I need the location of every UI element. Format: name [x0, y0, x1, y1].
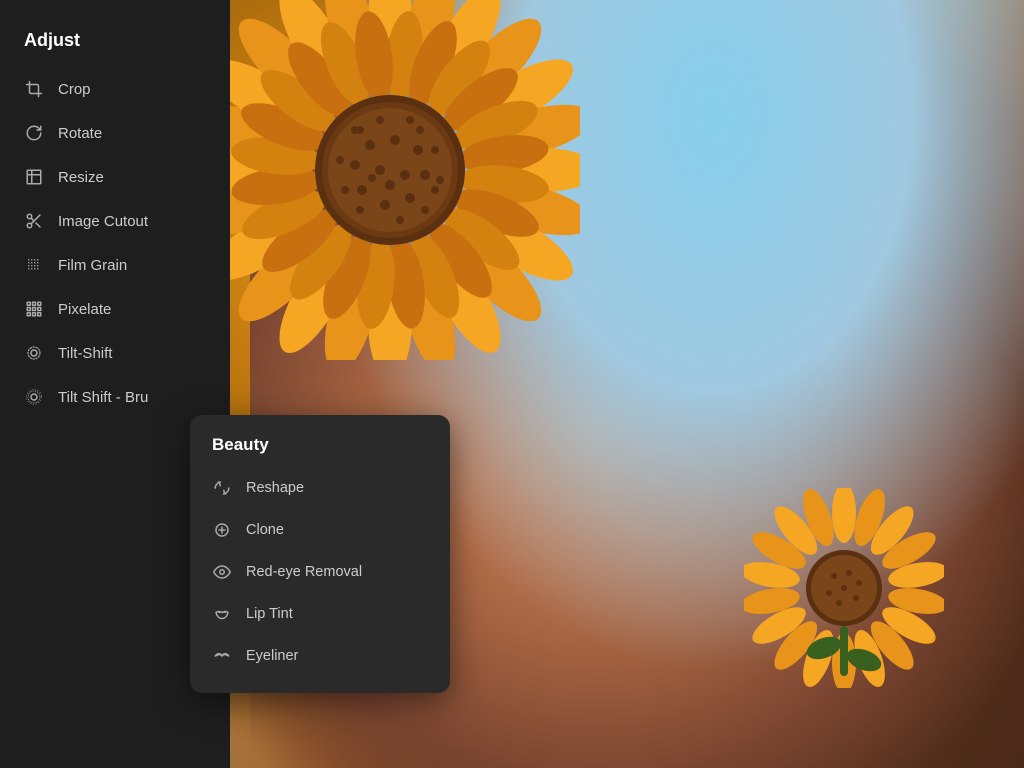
resize-icon: [24, 167, 44, 187]
lips-icon: [212, 604, 232, 624]
sunflower-main: [200, 0, 580, 360]
sidebar-item-tilt-shift-brush[interactable]: Tilt Shift - Bru: [0, 375, 230, 419]
beauty-item-red-eye[interactable]: Red-eye Removal: [190, 551, 450, 593]
film-grain-icon: [24, 255, 44, 275]
sidebar-item-film-grain[interactable]: Film Grain: [0, 243, 230, 287]
sunflower-secondary: [744, 488, 944, 688]
sidebar-item-rotate[interactable]: Rotate: [0, 111, 230, 155]
sidebar-item-image-cutout[interactable]: Image Cutout: [0, 199, 230, 243]
image-cutout-label: Image Cutout: [58, 213, 148, 230]
reshape-icon: [212, 478, 232, 498]
pixelate-label: Pixelate: [58, 301, 111, 318]
crop-label: Crop: [58, 81, 91, 98]
scissors-icon: [24, 211, 44, 231]
sidebar-item-tilt-shift[interactable]: Tilt-Shift: [0, 331, 230, 375]
sidebar-item-resize[interactable]: Resize: [0, 155, 230, 199]
clone-icon: [212, 520, 232, 540]
beauty-item-reshape[interactable]: Reshape: [190, 467, 450, 509]
eyeliner-icon: [212, 646, 232, 666]
eye-icon: [212, 562, 232, 582]
sidebar-section-title: Adjust: [0, 20, 230, 67]
rotate-icon: [24, 123, 44, 143]
tilt-shift-label: Tilt-Shift: [58, 345, 112, 362]
resize-label: Resize: [58, 169, 104, 186]
beauty-popup: Beauty Reshape Clone Red-eye Removal: [190, 415, 450, 693]
lip-tint-label: Lip Tint: [246, 606, 293, 622]
red-eye-removal-label: Red-eye Removal: [246, 564, 362, 580]
film-grain-label: Film Grain: [58, 257, 127, 274]
rotate-label: Rotate: [58, 125, 102, 142]
eyeliner-label: Eyeliner: [246, 648, 298, 664]
clone-label: Clone: [246, 522, 284, 538]
pixelate-icon: [24, 299, 44, 319]
beauty-item-clone[interactable]: Clone: [190, 509, 450, 551]
sidebar-item-pixelate[interactable]: Pixelate: [0, 287, 230, 331]
tilt-shift-brush-label: Tilt Shift - Bru: [58, 389, 148, 406]
beauty-popup-title: Beauty: [190, 435, 450, 467]
beauty-item-lip-tint[interactable]: Lip Tint: [190, 593, 450, 635]
tilt-shift-icon: [24, 343, 44, 363]
crop-icon: [24, 79, 44, 99]
beauty-item-eyeliner[interactable]: Eyeliner: [190, 635, 450, 677]
reshape-label: Reshape: [246, 480, 304, 496]
tilt-shift-brush-icon: [24, 387, 44, 407]
sidebar-item-crop[interactable]: Crop: [0, 67, 230, 111]
